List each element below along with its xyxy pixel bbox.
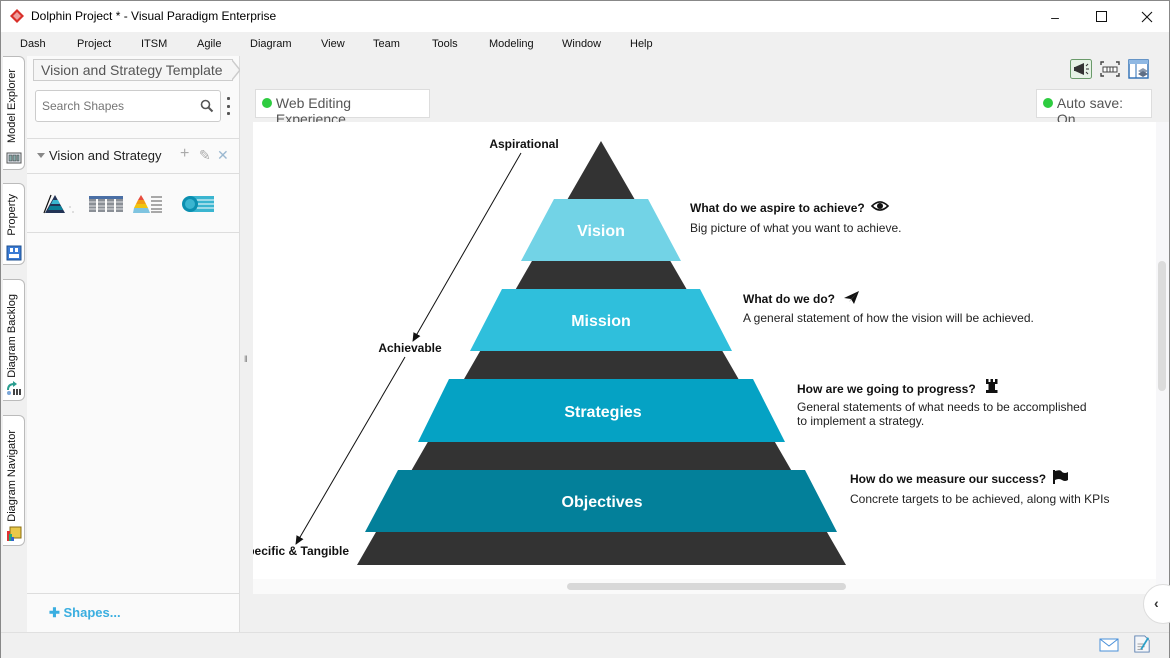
shape-category-vision-and-strategy[interactable]: Vision and Strategy + ✎ ✕ <box>27 140 239 172</box>
axis-label-aspirational: Aspirational <box>489 137 558 151</box>
search-icon[interactable] <box>200 99 214 113</box>
layout-panel-icon[interactable] <box>1128 59 1150 79</box>
menu-help[interactable]: Help <box>630 38 653 50</box>
search-shapes-box <box>35 90 221 122</box>
colored-pyramid-shape-thumbnail[interactable] <box>133 193 163 215</box>
eye-icon <box>870 201 890 211</box>
menu-project[interactable]: Project <box>77 38 111 50</box>
description-strategies: How are we going to progress? General st… <box>797 379 1087 428</box>
fit-to-window-icon[interactable] <box>1099 59 1121 79</box>
search-shapes-input[interactable] <box>42 98 192 114</box>
tab-label: Property <box>6 194 18 236</box>
tab-label: Model Explorer <box>6 69 18 143</box>
vision-strategy-pyramid-diagram: Vision Mission Strategies Objectives Asp… <box>253 137 1109 565</box>
diagram-navigator-icon <box>7 526 22 541</box>
tab-model-explorer[interactable]: Model Explorer <box>3 56 25 170</box>
table-shape-thumbnail[interactable] <box>88 193 124 215</box>
plus-icon: ✚ <box>49 605 64 620</box>
menu-bar: Dash Project ITSM Agile Diagram View Tea… <box>1 32 1169 56</box>
collapse-arrow-icon[interactable] <box>37 153 45 158</box>
menu-window[interactable]: Window <box>562 38 601 50</box>
question-vision: What do we aspire to achieve? <box>690 201 865 215</box>
divider <box>27 593 239 594</box>
status-dot-icon <box>1043 98 1053 108</box>
question-strategies: How are we going to progress? <box>797 382 976 396</box>
breadcrumb[interactable]: Vision and Strategy Template <box>33 59 233 81</box>
add-icon[interactable]: + <box>180 145 189 163</box>
chevron-left-icon: ‹ <box>1154 595 1159 611</box>
maximize-icon <box>1095 11 1107 22</box>
menu-agile[interactable]: Agile <box>197 38 221 50</box>
status-bar <box>1 632 1169 658</box>
property-icon <box>6 245 22 261</box>
category-title: Vision and Strategy <box>49 148 162 163</box>
menu-team[interactable]: Team <box>373 38 400 50</box>
layered-list-shape-thumbnail[interactable] <box>181 193 215 215</box>
description-line: to implement a strategy. <box>797 414 924 428</box>
add-shapes-label: Shapes... <box>63 605 121 620</box>
menu-dash[interactable]: Dash <box>20 38 46 50</box>
diagram-canvas[interactable]: Vision Mission Strategies Objectives Asp… <box>253 122 1156 579</box>
notes-icon[interactable] <box>1132 635 1152 653</box>
axis-label-specific-tangible: Specific & Tangible <box>253 544 349 558</box>
left-dock-tabs: Model Explorer Property Diagram Backlog <box>1 56 27 632</box>
menu-view[interactable]: View <box>321 38 345 50</box>
tab-diagram-backlog[interactable]: Diagram Backlog <box>3 279 25 401</box>
tab-diagram-navigator[interactable]: Diagram Navigator <box>3 415 25 546</box>
menu-tools[interactable]: Tools <box>432 38 458 50</box>
tab-label: Diagram Backlog <box>6 294 18 378</box>
window-title: Dolphin Project * - Visual Paradigm Ente… <box>31 9 277 23</box>
model-explorer-icon <box>6 152 22 164</box>
minimize-icon: – <box>1051 8 1059 25</box>
flag-icon <box>1053 470 1068 484</box>
visual-paradigm-logo-icon <box>10 9 24 23</box>
web-editing-badge[interactable]: Web Editing Experience <box>255 89 430 127</box>
level-label-objectives: Objectives <box>562 494 643 511</box>
maximize-button[interactable] <box>1078 1 1124 32</box>
more-options-icon[interactable] <box>225 97 231 115</box>
pyramid-shape-thumbnail[interactable] <box>43 193 75 215</box>
minimize-button[interactable]: – <box>1032 1 1078 32</box>
paper-plane-icon <box>844 291 859 304</box>
status-dot-icon <box>262 98 272 108</box>
diagram-backlog-icon <box>7 381 21 395</box>
description-objectives: How do we measure our success? Concrete … <box>850 470 1109 506</box>
panel-splitter-handle[interactable]: ǁ <box>244 354 248 364</box>
add-shapes-link[interactable]: ✚ Shapes... <box>49 605 121 621</box>
divider <box>27 173 239 174</box>
question-objectives: How do we measure our success? <box>850 472 1046 486</box>
tab-property[interactable]: Property <box>3 183 25 265</box>
description-line: Big picture of what you want to achieve. <box>690 221 901 235</box>
description-mission: What do we do? A general statement of ho… <box>743 291 1034 325</box>
close-button[interactable] <box>1124 1 1170 32</box>
menu-itsm[interactable]: ITSM <box>141 38 167 50</box>
description-vision: What do we aspire to achieve? Big pictur… <box>690 201 901 235</box>
chess-rook-icon <box>986 379 998 393</box>
level-label-vision: Vision <box>577 223 625 240</box>
description-line: Concrete targets to be achieved, along w… <box>850 492 1109 506</box>
axis-label-achievable: Achievable <box>378 341 442 355</box>
tab-label: Diagram Navigator <box>6 430 18 522</box>
question-mission: What do we do? <box>743 292 835 306</box>
remove-icon[interactable]: ✕ <box>217 147 229 164</box>
close-icon <box>1141 11 1153 22</box>
auto-save-badge[interactable]: Auto save: On <box>1036 89 1152 127</box>
breadcrumb-arrow-fill <box>231 60 239 80</box>
edit-icon[interactable]: ✎ <box>199 147 211 164</box>
divider <box>27 138 239 139</box>
description-line: A general statement of how the vision wi… <box>743 311 1034 325</box>
horizontal-scrollbar-thumb[interactable] <box>567 583 846 590</box>
level-label-strategies: Strategies <box>564 404 641 421</box>
vertical-scrollbar-thumb[interactable] <box>1158 261 1166 391</box>
announcement-icon[interactable] <box>1070 59 1092 79</box>
title-bar: Dolphin Project * - Visual Paradigm Ente… <box>1 1 1169 32</box>
divider <box>27 232 239 233</box>
app-window: Dolphin Project * - Visual Paradigm Ente… <box>0 0 1170 658</box>
menu-modeling[interactable]: Modeling <box>489 38 534 50</box>
mail-icon[interactable] <box>1099 637 1119 653</box>
level-label-mission: Mission <box>571 313 631 330</box>
menu-diagram[interactable]: Diagram <box>250 38 292 50</box>
description-line: General statements of what needs to be a… <box>797 400 1087 414</box>
